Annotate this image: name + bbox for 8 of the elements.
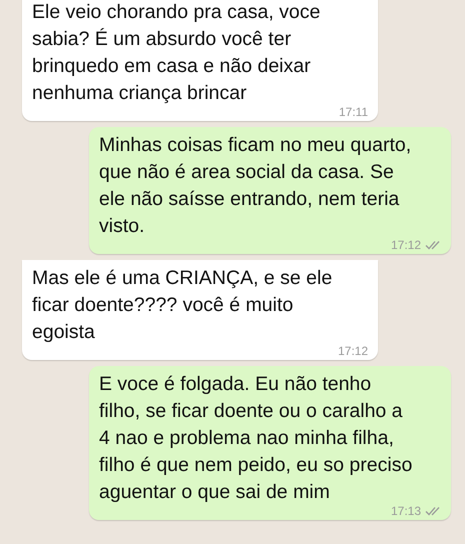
message-text: E voce é folgada. Eu não tenho filho, se ficar doente ou o caralho a 4 nao e problema nao minha filha, filho é que nem peido, eu so preciso aguentar o que sai de mim (99, 372, 414, 505)
message-text: Minhas coisas ficam no meu quarto, que não é area social da casa. Se ele não saísse entrando, nem teria visto. (99, 133, 412, 239)
message-time: 17:12 (338, 343, 368, 360)
message-time: 17:12 (390, 237, 421, 254)
message-text: Mas ele é uma CRIANÇA, e se ele ficar doente???? você é muito egoista (32, 266, 334, 345)
message-text: Ele veio chorando pra casa, voce sabia? É um absurdo você ter brinquedo em casa e não deixar nenhuma criança brincar (32, 0, 322, 106)
message-time: 17:11 (338, 104, 368, 121)
message-time: 17:13 (390, 503, 421, 520)
